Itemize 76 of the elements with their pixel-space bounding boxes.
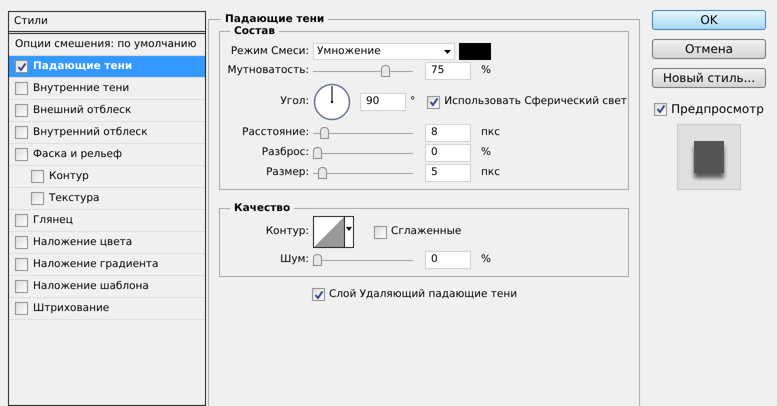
style-label: Наложение градиента	[33, 256, 158, 272]
slider-thumb[interactable]	[318, 167, 327, 179]
checkbox[interactable]	[15, 302, 28, 315]
slider-track[interactable]	[313, 146, 413, 160]
checkbox[interactable]	[15, 60, 28, 73]
style-label: Наложение цвета	[33, 234, 132, 250]
checkbox[interactable]	[15, 236, 28, 249]
unit-label: пкс	[481, 165, 500, 180]
checkbox[interactable]	[15, 258, 28, 271]
checkbox-label: Слой Удаляющий падающие тени	[329, 287, 518, 302]
unit-label: %	[481, 145, 491, 160]
style-label: Опции смешения: по умолчанию	[15, 36, 196, 52]
unit-label: %	[481, 63, 491, 78]
value-field[interactable]: 90	[360, 93, 406, 111]
section-title: Падающие тени	[221, 12, 328, 26]
checkbox-label: Сглаженные	[391, 224, 462, 240]
slider-thumb[interactable]	[320, 127, 330, 139]
color-swatch[interactable]	[459, 43, 491, 60]
preview-thumbnail	[677, 124, 741, 190]
value-field[interactable]: 75	[425, 62, 471, 80]
checkbox[interactable]	[31, 170, 44, 183]
angle-dial[interactable]	[313, 83, 351, 121]
panel-title: Стили	[14, 14, 48, 29]
checkbox[interactable]	[15, 148, 28, 161]
slider-track[interactable]	[313, 64, 413, 78]
style-label: Штрихование	[33, 300, 110, 316]
checkbox[interactable]	[15, 214, 28, 227]
slider-thumb[interactable]	[381, 65, 390, 77]
field-label: Мутноватость:	[228, 63, 309, 78]
slider-track[interactable]	[313, 253, 413, 267]
field-label: Контур:	[266, 224, 309, 240]
caret-icon	[444, 50, 451, 54]
field-label: Разброс:	[262, 145, 309, 160]
style-label: Внутренние тени	[33, 80, 130, 96]
degree-label: °	[410, 94, 416, 110]
slider-track[interactable]	[313, 166, 413, 180]
checkbox[interactable]	[427, 96, 440, 108]
style-label: Текстура	[49, 190, 100, 206]
field-label: Расстояние:	[242, 125, 309, 140]
caret-icon	[346, 227, 352, 231]
checkbox[interactable]	[15, 82, 28, 95]
field-label: Режим Смеси:	[230, 44, 309, 59]
style-label: Контур	[49, 168, 89, 184]
value-field[interactable]: 5	[425, 164, 471, 182]
field-label: Размер:	[266, 165, 309, 180]
dialog-button[interactable]: Отмена	[652, 39, 766, 59]
checkbox[interactable]	[15, 104, 28, 117]
style-label: Падающие тени	[33, 58, 132, 74]
checkbox[interactable]	[654, 102, 668, 116]
dialog-button[interactable]: Новый стиль...	[652, 68, 766, 88]
slider-thumb[interactable]	[313, 147, 322, 159]
style-label: Наложение шаблона	[33, 278, 149, 294]
value-field[interactable]: 0	[425, 144, 471, 162]
checkbox[interactable]	[312, 288, 325, 302]
style-label: Глянец	[33, 212, 73, 228]
checkbox-label: Предпросмотр	[671, 101, 764, 118]
checkbox[interactable]	[31, 192, 44, 205]
contour-picker[interactable]	[313, 216, 354, 248]
dialog-button[interactable]: OK	[652, 10, 766, 30]
checkbox[interactable]	[15, 126, 28, 139]
style-label: Фаска и рельеф	[33, 146, 122, 162]
checkbox[interactable]	[15, 280, 28, 293]
style-label: Внешний отблеск	[33, 102, 132, 118]
blend-mode-dropdown[interactable]: Умножение	[313, 43, 455, 60]
checkbox-label: Использовать Сферический свет	[444, 94, 627, 110]
value-field[interactable]: 8	[425, 124, 471, 142]
field-label: Шум:	[280, 252, 309, 268]
checkbox[interactable]	[374, 226, 387, 238]
slider-thumb[interactable]	[313, 254, 322, 266]
contour-icon	[314, 217, 344, 247]
field-label: Угол:	[280, 94, 309, 110]
unit-label: %	[481, 252, 491, 268]
unit-label: пкс	[481, 125, 500, 140]
style-label: Внутренний отблеск	[33, 124, 148, 140]
slider-track[interactable]	[313, 126, 413, 140]
value-field[interactable]: 0	[425, 251, 471, 269]
